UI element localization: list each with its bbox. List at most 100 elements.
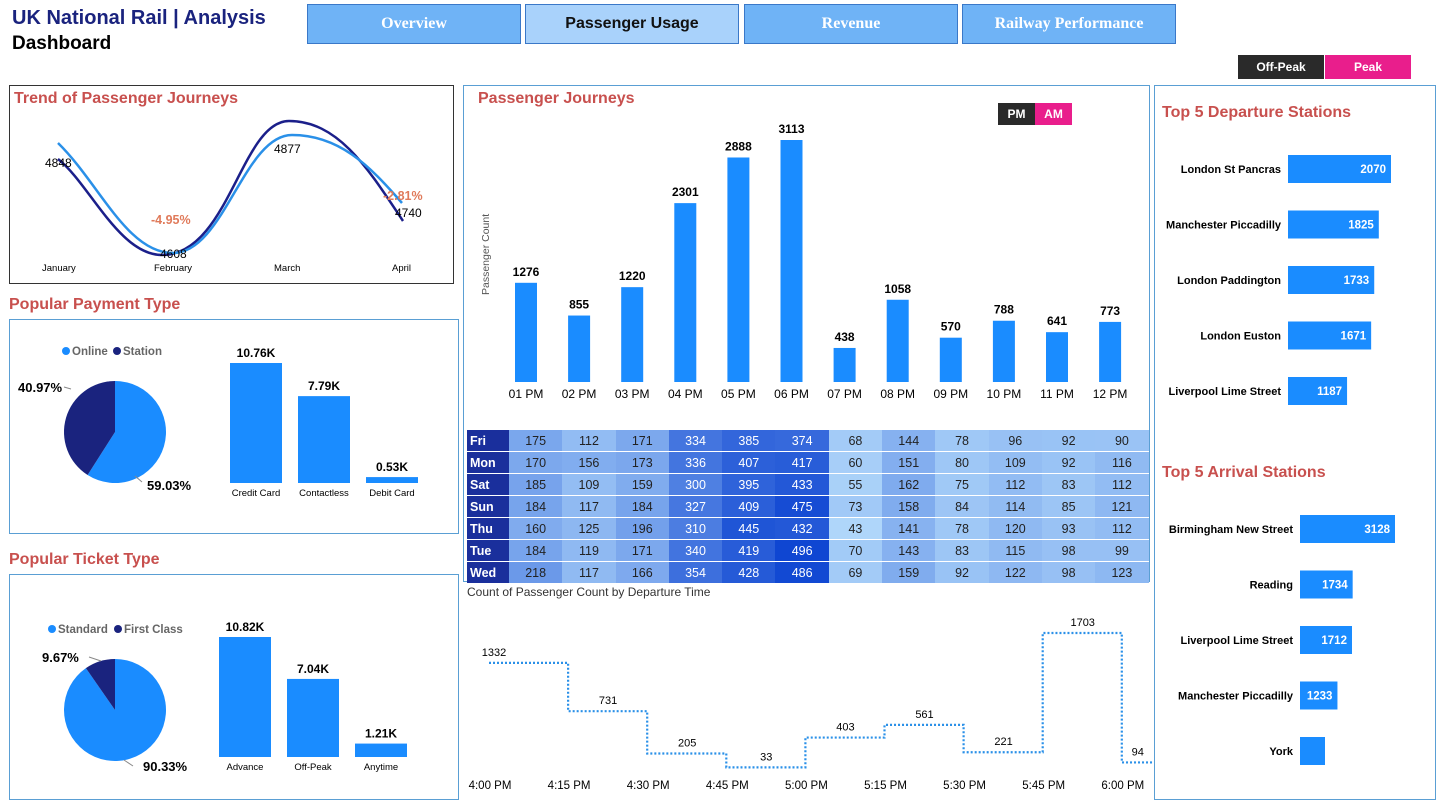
heatmap-cell[interactable]: 80 [935,451,989,474]
tab-railway-performance[interactable]: Railway Performance [962,4,1176,44]
tab-overview[interactable]: Overview [307,4,521,44]
heatmap-cell[interactable]: 75 [935,473,989,496]
heatmap-cell[interactable]: 78 [935,430,989,452]
tab-passenger-usage[interactable]: Passenger Usage [525,4,739,44]
heatmap-cell[interactable]: 123 [1095,561,1149,584]
journeys-bar[interactable] [515,282,537,382]
heatmap-cell[interactable]: 160 [509,517,563,540]
heatmap-cell[interactable]: 175 [509,430,563,452]
peak-button[interactable]: Peak [1325,55,1411,79]
heatmap-cell[interactable]: 43 [828,517,883,540]
heatmap-cell[interactable]: 162 [882,473,936,496]
heatmap-cell[interactable]: 84 [935,495,989,518]
heatmap-cell[interactable]: 69 [828,561,883,584]
heatmap-cell[interactable]: 120 [988,517,1042,540]
heatmap-cell[interactable]: 83 [1041,473,1096,496]
heatmap-cell[interactable]: 385 [722,430,776,452]
heatmap-cell[interactable]: 112 [562,430,616,452]
ticket-bar[interactable] [355,743,407,757]
heatmap-cell[interactable]: 117 [562,495,616,518]
heatmap-cell[interactable]: 156 [562,451,616,474]
heatmap-cell[interactable]: 117 [562,561,616,584]
heatmap-cell[interactable]: 196 [615,517,669,540]
heatmap-cell[interactable]: 433 [775,473,829,496]
heatmap-cell[interactable]: 68 [828,430,883,452]
heatmap-cell[interactable]: 173 [615,451,669,474]
heatmap-cell[interactable]: 112 [988,473,1042,496]
journeys-bar[interactable] [992,320,1015,382]
heatmap-cell[interactable]: 184 [509,539,563,562]
heatmap-cell[interactable]: 78 [935,517,989,540]
heatmap-cell[interactable]: 92 [1041,451,1096,474]
heatmap-cell[interactable]: 60 [828,451,883,474]
heatmap-cell[interactable]: 310 [668,517,723,540]
heatmap-cell[interactable]: 336 [668,451,723,474]
heatmap-cell[interactable]: 98 [1041,561,1096,584]
ticket-bar[interactable] [287,678,339,757]
journeys-bar[interactable] [939,337,962,382]
heatmap-cell[interactable]: 432 [775,517,829,540]
heatmap-cell[interactable]: 374 [775,430,829,452]
tab-revenue[interactable]: Revenue [744,4,958,44]
arrivals-bar[interactable] [1300,737,1325,765]
heatmap-cell[interactable]: 96 [988,430,1042,452]
heatmap-cell[interactable]: 141 [882,517,936,540]
heatmap-cell[interactable]: 93 [1041,517,1096,540]
heatmap-cell[interactable]: 92 [935,561,989,584]
heatmap-cell[interactable]: 92 [1041,430,1096,452]
heatmap-cell[interactable]: 475 [775,495,829,518]
journeys-bar[interactable] [780,140,803,382]
heatmap-cell[interactable]: 55 [828,473,883,496]
heatmap-cell[interactable]: 125 [562,517,616,540]
heatmap-cell[interactable]: 143 [882,539,936,562]
heatmap-cell[interactable]: 184 [509,495,563,518]
heatmap-cell[interactable]: 409 [722,495,776,518]
journeys-bar[interactable] [1046,332,1068,382]
heatmap-cell[interactable]: 114 [988,495,1042,518]
heatmap-cell[interactable]: 109 [988,451,1042,474]
heatmap-cell[interactable]: 99 [1095,539,1149,562]
heatmap-cell[interactable]: 300 [668,473,723,496]
heatmap-cell[interactable]: 83 [935,539,989,562]
heatmap-cell[interactable]: 419 [722,539,776,562]
ticket-bar[interactable] [219,637,271,757]
heatmap-cell[interactable]: 184 [615,495,669,518]
journeys-bar[interactable] [1099,321,1122,382]
heatmap-cell[interactable]: 70 [828,539,883,562]
heatmap-cell[interactable]: 496 [775,539,829,562]
heatmap-cell[interactable]: 170 [509,451,563,474]
heatmap-cell[interactable]: 115 [988,539,1042,562]
heatmap-cell[interactable]: 73 [828,495,883,518]
heatmap-cell[interactable]: 116 [1095,451,1149,474]
journeys-bar[interactable] [886,299,909,382]
heatmap-cell[interactable]: 122 [988,561,1042,584]
heatmap-cell[interactable]: 417 [775,451,829,474]
heatmap-cell[interactable]: 166 [615,561,669,584]
heatmap-cell[interactable]: 159 [615,473,669,496]
payment-bar[interactable] [366,477,418,483]
heatmap-cell[interactable]: 90 [1095,430,1149,452]
heatmap-cell[interactable]: 395 [722,473,776,496]
heatmap-cell[interactable]: 486 [775,561,829,584]
heatmap-cell[interactable]: 144 [882,430,936,452]
heatmap-cell[interactable]: 112 [1095,473,1149,496]
journeys-bar[interactable] [621,287,644,382]
heatmap-cell[interactable]: 98 [1041,539,1096,562]
heatmap-cell[interactable]: 121 [1095,495,1149,518]
heatmap-cell[interactable]: 407 [722,451,776,474]
payment-bar[interactable] [298,396,350,483]
heatmap-cell[interactable]: 218 [509,561,563,584]
journeys-bar[interactable] [833,347,856,382]
heatmap-cell[interactable]: 158 [882,495,936,518]
heatmap-cell[interactable]: 445 [722,517,776,540]
heatmap-cell[interactable]: 171 [615,430,669,452]
off-peak-button[interactable]: Off-Peak [1238,55,1324,79]
heatmap-cell[interactable]: 334 [668,430,723,452]
journeys-bar[interactable] [568,315,591,382]
heatmap-cell[interactable]: 354 [668,561,723,584]
heatmap-cell[interactable]: 428 [722,561,776,584]
heatmap-cell[interactable]: 112 [1095,517,1149,540]
heatmap-cell[interactable]: 119 [562,539,616,562]
heatmap-cell[interactable]: 327 [668,495,723,518]
payment-bar[interactable] [230,363,282,483]
